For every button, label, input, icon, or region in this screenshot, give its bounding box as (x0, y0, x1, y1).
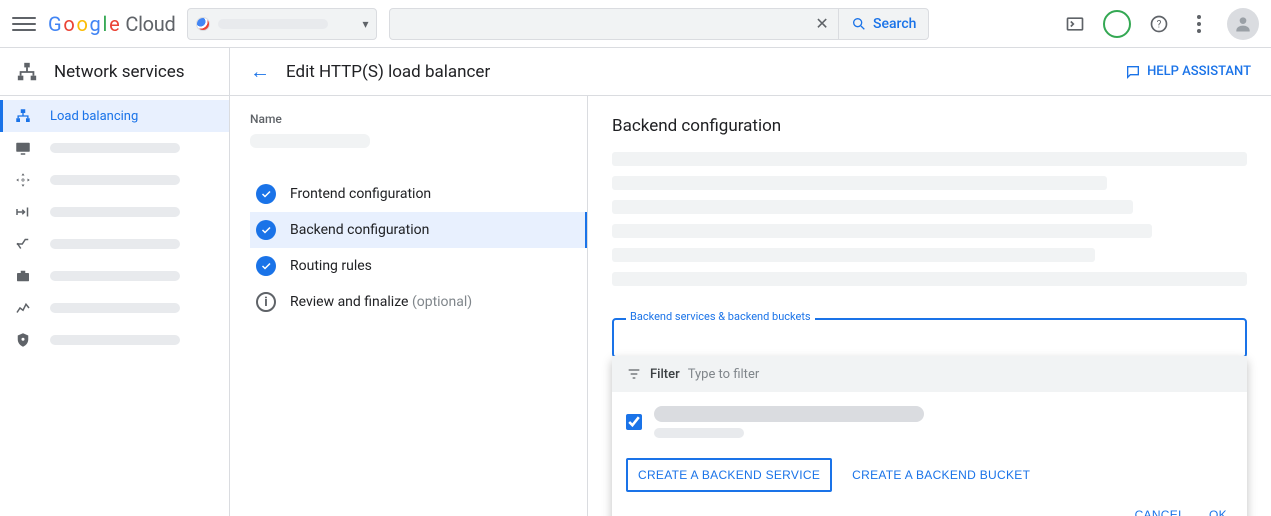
screen-icon (14, 139, 32, 157)
ok-button[interactable]: OK (1209, 508, 1227, 516)
sidebar-title: Network services (54, 62, 185, 82)
filter-row[interactable]: Filter Type to filter (612, 356, 1247, 392)
sidebar-item[interactable] (0, 260, 229, 292)
info-icon: i (256, 292, 276, 312)
text-placeholder (612, 200, 1133, 214)
check-icon (256, 184, 276, 204)
chevron-down-icon: ▾ (362, 17, 368, 31)
project-picker[interactable]: ▾ (187, 8, 377, 40)
content-body: Name Frontend configuration Backend conf… (230, 96, 1271, 516)
help-icon[interactable]: ? (1147, 12, 1171, 36)
step-backend[interactable]: Backend configuration (250, 212, 587, 248)
text-placeholder (612, 272, 1247, 286)
network-services-icon (16, 61, 38, 83)
text-placeholder (612, 176, 1107, 190)
trial-status-icon[interactable] (1103, 10, 1131, 38)
sidebar-item-load-balancing[interactable]: Load balancing (0, 100, 229, 132)
svg-text:?: ? (1157, 19, 1162, 30)
help-assistant-button[interactable]: HELP ASSISTANT (1125, 64, 1251, 80)
connector-icon (14, 235, 32, 253)
shield-icon (14, 331, 32, 349)
name-value-placeholder (250, 134, 370, 148)
menu-icon[interactable] (12, 12, 36, 36)
project-icon (196, 17, 210, 31)
chart-icon (14, 299, 32, 317)
filter-icon (626, 366, 642, 382)
step-frontend[interactable]: Frontend configuration (250, 176, 567, 212)
combo-legend: Backend services & backend buckets (626, 310, 815, 323)
sidebar-item[interactable] (0, 132, 229, 164)
sidebar: Network services Load balancing (0, 48, 230, 516)
move-icon (14, 171, 32, 189)
sidebar-items: Load balancing (0, 96, 229, 356)
right-column: Backend configuration Backend services &… (588, 96, 1271, 516)
create-backend-service-button[interactable]: CREATE A BACKEND SERVICE (626, 458, 832, 492)
sidebar-item[interactable] (0, 324, 229, 356)
search-input[interactable] (390, 16, 806, 32)
account-avatar[interactable] (1227, 8, 1259, 40)
top-bar: Google Cloud ▾ ✕ Search ? (0, 0, 1271, 48)
backend-dropdown: Filter Type to filter CREATE A BACKEND S… (612, 356, 1247, 516)
dropdown-footer: CANCEL OK (612, 492, 1247, 516)
back-arrow-icon[interactable]: ← (250, 59, 270, 84)
backend-option-text (654, 406, 924, 438)
more-icon[interactable] (1187, 12, 1211, 36)
step-label: Backend configuration (290, 222, 429, 238)
project-name-placeholder (218, 19, 328, 29)
chat-icon (1125, 64, 1141, 80)
briefcase-icon (14, 267, 32, 285)
step-label: Review and finalize (optional) (290, 294, 472, 310)
text-placeholder (612, 152, 1247, 166)
cancel-button[interactable]: CANCEL (1135, 508, 1185, 516)
main: Network services Load balancing (0, 48, 1271, 516)
sidebar-header: Network services (0, 48, 229, 96)
dropdown-actions: CREATE A BACKEND SERVICE CREATE A BACKEN… (612, 442, 1247, 492)
sidebar-item[interactable] (0, 164, 229, 196)
filter-placeholder: Type to filter (688, 367, 760, 382)
sidebar-item-label: Load balancing (50, 109, 138, 124)
top-icons: ? (1063, 8, 1259, 40)
check-icon (256, 220, 276, 240)
content: ← Edit HTTP(S) load balancer HELP ASSIST… (230, 48, 1271, 516)
page-title: Edit HTTP(S) load balancer (286, 62, 490, 82)
step-routing[interactable]: Routing rules (250, 248, 567, 284)
create-backend-bucket-button[interactable]: CREATE A BACKEND BUCKET (852, 468, 1030, 482)
text-placeholder (612, 248, 1095, 262)
search-bar: ✕ Search (389, 8, 929, 40)
load-balancing-icon (14, 107, 32, 125)
backend-config-heading: Backend configuration (612, 116, 1247, 136)
sidebar-item[interactable] (0, 196, 229, 228)
step-review[interactable]: i Review and finalize (optional) (250, 284, 567, 320)
sidebar-item[interactable] (0, 292, 229, 324)
combo-input[interactable] (612, 318, 1247, 358)
backend-option-checkbox[interactable] (626, 414, 642, 430)
logo[interactable]: Google Cloud (48, 12, 175, 36)
arrow-right-bracket-icon (14, 203, 32, 221)
step-label: Routing rules (290, 258, 372, 274)
sidebar-item[interactable] (0, 228, 229, 260)
steps-column: Name Frontend configuration Backend conf… (230, 96, 588, 516)
search-button[interactable]: Search (838, 9, 928, 39)
name-label: Name (250, 112, 567, 126)
content-header: ← Edit HTTP(S) load balancer HELP ASSIST… (230, 48, 1271, 96)
search-icon (851, 16, 867, 32)
step-label: Frontend configuration (290, 186, 431, 202)
text-placeholder (612, 224, 1152, 238)
filter-label: Filter (650, 367, 680, 382)
cloud-shell-icon[interactable] (1063, 12, 1087, 36)
backend-services-combo: Backend services & backend buckets Filte… (612, 318, 1247, 358)
clear-icon[interactable]: ✕ (806, 14, 838, 33)
check-icon (256, 256, 276, 276)
backend-option-row[interactable] (612, 392, 1247, 442)
